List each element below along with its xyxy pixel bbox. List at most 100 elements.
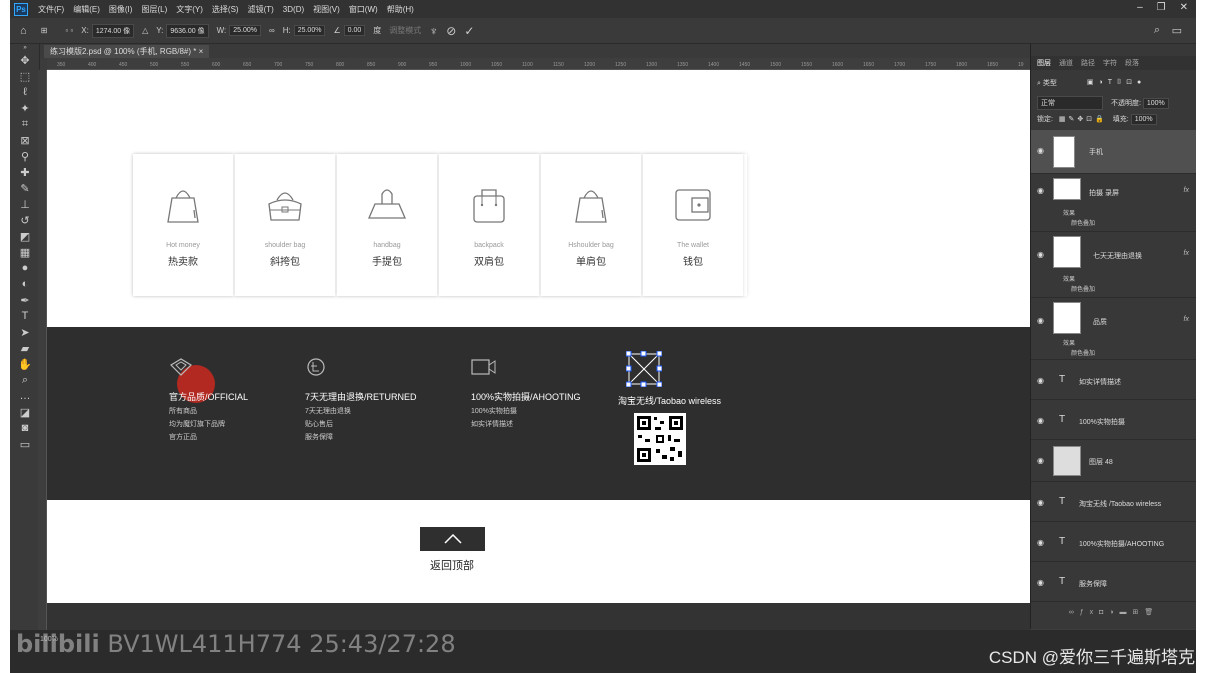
layer-row[interactable]: ◉ 图层 48	[1031, 440, 1196, 482]
eye-icon[interactable]: ◉	[1037, 316, 1044, 325]
layer-row[interactable]: ◉ T 如实详情描述	[1031, 360, 1196, 400]
eye-icon[interactable]: ◉	[1037, 146, 1044, 155]
eye-icon[interactable]: ◉	[1037, 456, 1044, 465]
angle-field[interactable]: 0.00	[343, 25, 366, 36]
layer-row[interactable]: ◉ 手机	[1031, 130, 1196, 174]
menu-select[interactable]: 选择(S)	[212, 4, 239, 15]
menu-edit[interactable]: 编辑(E)	[73, 4, 100, 15]
crop-tool-icon[interactable]: ⌗	[10, 116, 40, 132]
hand-tool-icon[interactable]: ✋	[10, 356, 40, 372]
fx-badge[interactable]: fx	[1184, 187, 1189, 194]
zoom-tool-icon[interactable]: ⌕	[10, 372, 40, 388]
eye-icon[interactable]: ◉	[1037, 578, 1044, 587]
link-icon[interactable]: ∞	[269, 26, 275, 35]
panel-collapse-icon[interactable]: »	[10, 44, 40, 52]
transform-icon[interactable]: ⊞	[41, 26, 48, 35]
restore-icon[interactable]: ❐	[1157, 2, 1166, 13]
fx-badge[interactable]: fx	[1184, 316, 1189, 323]
phone-icon-selected[interactable]	[625, 350, 663, 388]
layer-row[interactable]: ◉ T 淘宝无线 /Taobao wireless	[1031, 482, 1196, 522]
layer-row[interactable]: ◉ 七天无理由退换 fx 效果 颜色叠加	[1031, 232, 1196, 298]
document-canvas[interactable]: Hot money 热卖款 shoulder bag 斜挎包 handbag 手…	[47, 70, 1030, 630]
eye-icon[interactable]: ◉	[1037, 498, 1044, 507]
stamp-tool-icon[interactable]: ⊥	[10, 196, 40, 212]
card-shoulder-bag[interactable]: shoulder bag 斜挎包	[235, 154, 335, 296]
puppet-warp-icon[interactable]: ♆	[429, 24, 438, 38]
interp-field[interactable]: 度	[373, 25, 381, 36]
layer-row[interactable]: ◉ 拍摄 录屏 fx 效果 颜色叠加	[1031, 174, 1196, 232]
menu-3d[interactable]: 3D(D)	[283, 5, 304, 14]
shape-tool-icon[interactable]: ▰	[10, 340, 40, 356]
card-wallet[interactable]: The wallet 钱包	[643, 154, 743, 296]
eraser-tool-icon[interactable]: ◩	[10, 228, 40, 244]
close-icon[interactable]: ✕	[1180, 2, 1188, 13]
marquee-tool-icon[interactable]: ⬚	[10, 68, 40, 84]
eye-icon[interactable]: ◉	[1037, 416, 1044, 425]
menu-type[interactable]: 文字(Y)	[176, 4, 203, 15]
menu-image[interactable]: 图像(I)	[109, 4, 133, 15]
menu-view[interactable]: 视图(V)	[313, 4, 340, 15]
workspace-icon[interactable]: ▭	[1172, 24, 1182, 37]
eye-icon[interactable]: ◉	[1037, 250, 1044, 259]
y-field[interactable]: 9636.00 像	[166, 23, 209, 38]
layer-actions-bar[interactable]: ∞ƒx◘◑▬⊞🗑	[1031, 608, 1196, 616]
tab-paths[interactable]: 路径	[1081, 58, 1095, 68]
layer-row[interactable]: ◉ T 服务保障	[1031, 562, 1196, 602]
path-select-tool-icon[interactable]: ➤	[10, 324, 40, 340]
fx-badge[interactable]: fx	[1184, 250, 1189, 257]
quick-mask-icon[interactable]: ◙	[10, 420, 40, 436]
healing-tool-icon[interactable]: ✚	[10, 164, 40, 180]
back-to-top-button[interactable]	[420, 527, 485, 551]
eye-icon[interactable]: ◉	[1037, 186, 1044, 195]
opacity-field[interactable]: 100%	[1142, 98, 1169, 109]
color-swatches-icon[interactable]: ◪	[10, 404, 40, 420]
menu-window[interactable]: 窗口(W)	[349, 4, 378, 15]
gradient-tool-icon[interactable]: ▦	[10, 244, 40, 260]
fill-field[interactable]: 100%	[1130, 114, 1157, 125]
layer-row[interactable]: ◉ T 100%实物拍摄	[1031, 400, 1196, 440]
w-field[interactable]: 25.00%	[229, 25, 261, 36]
tab-character[interactable]: 字符	[1103, 58, 1117, 68]
card-hot-money[interactable]: Hot money 热卖款	[133, 154, 233, 296]
tab-layers[interactable]: 图层	[1037, 58, 1051, 68]
more-tools-icon[interactable]: …	[10, 388, 40, 404]
h-field[interactable]: 25.00%	[293, 25, 326, 36]
layer-row[interactable]: ◉ T 100%实物拍摄/AHOOTING	[1031, 522, 1196, 562]
menu-help[interactable]: 帮助(H)	[387, 4, 414, 15]
filter-icons[interactable]: ▣◑T⌷⊡●	[1087, 78, 1146, 88]
x-field[interactable]: 1274.00 像	[91, 23, 135, 38]
history-brush-icon[interactable]: ↺	[10, 212, 40, 228]
document-tab[interactable]: 练习模版2.psd @ 100% (手机, RGB/8#) * ×	[44, 44, 210, 58]
warp-mode[interactable]: 调整模式	[389, 25, 421, 36]
layer-row[interactable]: ◉ 品质 fx 效果 颜色叠加	[1031, 298, 1196, 360]
menu-layer[interactable]: 图层(L)	[141, 4, 167, 15]
lock-icons[interactable]: ▦✎✥⊡🔒	[1059, 116, 1107, 123]
card-backpack[interactable]: backpack 双肩包	[439, 154, 539, 296]
pen-tool-icon[interactable]: ✒	[10, 292, 40, 308]
dodge-tool-icon[interactable]: ◐	[10, 276, 40, 292]
search-icon[interactable]: ⌕	[1154, 24, 1160, 37]
delta-icon[interactable]: △	[142, 26, 148, 35]
tab-channels[interactable]: 通道	[1059, 58, 1073, 68]
brush-tool-icon[interactable]: ✎	[10, 180, 40, 196]
type-tool-icon[interactable]: T	[10, 308, 40, 324]
blur-tool-icon[interactable]: ●	[10, 260, 40, 276]
eye-icon[interactable]: ◉	[1037, 376, 1044, 385]
reference-point-icon[interactable]: ▫ ▫	[65, 26, 73, 35]
lasso-tool-icon[interactable]: ℓ	[10, 84, 40, 100]
tab-paragraph[interactable]: 段落	[1125, 58, 1139, 68]
move-tool-icon[interactable]: ✥	[10, 52, 40, 68]
eyedropper-tool-icon[interactable]: ⚲	[10, 148, 40, 164]
screen-mode-icon[interactable]: ▭	[10, 436, 40, 452]
card-single-shoulder-bag[interactable]: Hshoulder bag 单肩包	[541, 154, 641, 296]
card-handbag[interactable]: handbag 手提包	[337, 154, 437, 296]
menu-file[interactable]: 文件(F)	[38, 4, 64, 15]
minimize-icon[interactable]: –	[1137, 2, 1143, 13]
eye-icon[interactable]: ◉	[1037, 538, 1044, 547]
menu-filter[interactable]: 滤镜(T)	[248, 4, 274, 15]
magic-wand-tool-icon[interactable]: ✦	[10, 100, 40, 116]
home-icon[interactable]: ⌂	[20, 25, 27, 37]
blend-mode-select[interactable]: 正常	[1037, 96, 1103, 110]
cancel-transform-icon[interactable]: ⊘	[446, 24, 456, 38]
layer-filter-type[interactable]: ⌕ 类型	[1037, 78, 1057, 88]
